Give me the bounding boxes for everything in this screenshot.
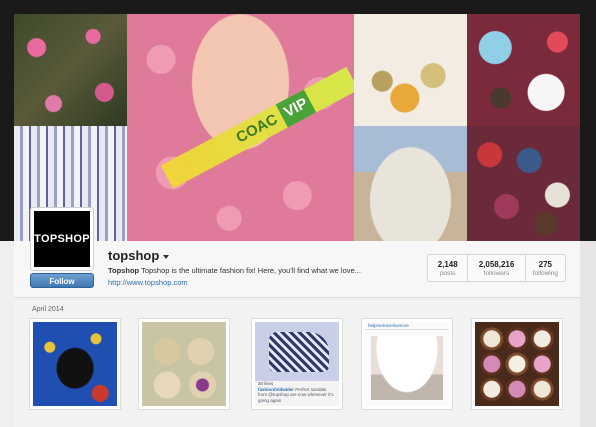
website-link[interactable]: http://www.topshop.com bbox=[108, 278, 188, 287]
wristband-vip-label: VIP bbox=[275, 89, 317, 128]
feed-photo-cupcakes[interactable] bbox=[138, 318, 230, 410]
stat-following-value: 275 bbox=[538, 259, 552, 269]
caption-user: fashionfoldwider bbox=[258, 386, 294, 392]
username-row: topshop bbox=[108, 248, 170, 263]
interior-photo bbox=[371, 336, 443, 400]
wristband-text: COAC bbox=[233, 110, 281, 147]
right-frame bbox=[580, 0, 596, 241]
photo-image bbox=[33, 322, 117, 406]
festival-wristband: COACVIP bbox=[160, 66, 354, 189]
avatar[interactable]: TOPSHOP bbox=[30, 207, 94, 271]
stat-followers-value: 2,058,216 bbox=[478, 259, 515, 269]
embedded-post-header: helpmetravelsomore bbox=[365, 322, 449, 330]
follow-button[interactable]: Follow bbox=[30, 273, 94, 288]
feed-photo-cupcake-grid[interactable] bbox=[471, 318, 563, 410]
stats-box: 2,148 posts 2,058,216 followers 275 foll… bbox=[427, 254, 566, 282]
feed-photo-sandals[interactable]: 30 likes fashionfoldwider Perfect sandal… bbox=[251, 318, 343, 410]
cover-photo-scrunchies[interactable] bbox=[467, 126, 580, 241]
stat-following[interactable]: 275 following bbox=[524, 255, 565, 281]
photo-image: 30 likes fashionfoldwider Perfect sandal… bbox=[255, 322, 339, 406]
feed-photo-matisse-print[interactable] bbox=[29, 318, 121, 410]
stat-following-label: following bbox=[532, 269, 558, 277]
cover-photo-necklace[interactable] bbox=[354, 14, 467, 126]
stat-followers[interactable]: 2,058,216 followers bbox=[467, 255, 524, 281]
sandal-image bbox=[269, 332, 329, 372]
stat-posts[interactable]: 2,148 posts bbox=[428, 255, 467, 281]
cover-photo-sunglasses-flowers[interactable] bbox=[14, 14, 127, 126]
scrollbar-gutter[interactable] bbox=[580, 241, 596, 427]
stat-posts-value: 2,148 bbox=[437, 259, 458, 269]
left-frame bbox=[0, 0, 14, 241]
cover-photo-bag[interactable] bbox=[354, 126, 467, 241]
month-label: April 2014 bbox=[32, 306, 64, 313]
top-frame bbox=[0, 0, 596, 14]
bio-text: Topshop is the ultimate fashion fix! Her… bbox=[141, 266, 361, 275]
feed-photo-interior[interactable]: helpmetravelsomore bbox=[361, 318, 453, 410]
stat-followers-label: followers bbox=[483, 269, 510, 277]
username[interactable]: topshop bbox=[108, 248, 159, 263]
bio: Topshop Topshop is the ultimate fashion … bbox=[108, 266, 361, 275]
bio-name: Topshop bbox=[108, 266, 140, 275]
cover-photo-flatlay[interactable] bbox=[467, 14, 580, 126]
photo-image: helpmetravelsomore bbox=[365, 322, 449, 406]
avatar-logo: TOPSHOP bbox=[34, 211, 90, 267]
photo-image bbox=[142, 322, 226, 406]
cover-photo-hand-wristband[interactable]: COACVIP bbox=[127, 14, 354, 241]
photo-caption: 30 likes fashionfoldwider Perfect sandal… bbox=[258, 381, 336, 403]
photo-image bbox=[475, 322, 559, 406]
stat-posts-label: posts bbox=[439, 269, 456, 277]
caret-down-icon[interactable] bbox=[163, 254, 170, 259]
